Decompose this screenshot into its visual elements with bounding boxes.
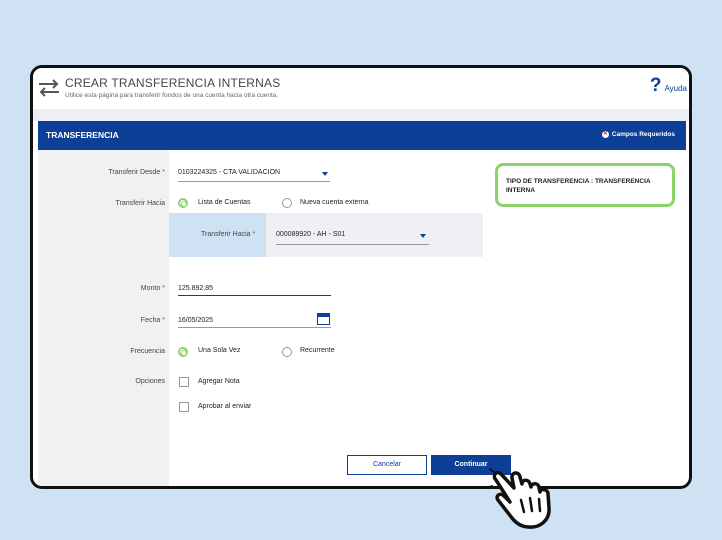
help-label[interactable]: Ayuda [664,84,687,93]
from-account-underline [178,181,330,182]
app-window: CREAR TRANSFERENCIA INTERNAS Utilice est… [30,65,692,489]
label-column: Transferir Desde * Transferir Hacia Monto… [38,150,169,486]
transfer-type-box: TIPO DE TRANSFERENCIA : TRANSFERENCIA IN… [495,163,675,207]
question-mark-icon[interactable]: ? [650,76,662,96]
chevron-down-icon[interactable] [420,234,426,238]
help-link[interactable]: ? Ayuda [650,76,687,96]
amount-underline [178,295,331,296]
from-account-select[interactable]: 0103224325 - CTA VALIDACION [178,169,280,176]
options-label: Opciones [135,378,165,385]
checkbox-add-note-label[interactable]: Agregar Nota [198,378,240,385]
radio-one-time[interactable] [178,347,188,357]
date-input[interactable]: 16/05/2025 [178,317,213,324]
radio-external-account-label[interactable]: Nueva cuenta externa [300,199,369,206]
radio-recurring[interactable] [282,347,292,357]
amount-input[interactable]: 125.892,85 [178,285,213,292]
required-icon: ✕ [601,131,609,138]
page-title: CREAR TRANSFERENCIA INTERNAS [65,76,281,90]
header-divider [33,109,689,121]
to-account-select[interactable]: 000089920 - AH - S01 [276,231,345,238]
to-account-label: Transferir Hacia * [201,231,256,238]
checkbox-add-note[interactable] [179,377,189,387]
to-account-panel: Transferir Hacia * 000089920 - AH - S01 [169,213,483,257]
frequency-label: Frecuencia [130,348,165,355]
page-header: CREAR TRANSFERENCIA INTERNAS Utilice est… [33,68,689,109]
required-fields-label: Campos Requeridos [611,131,675,138]
calendar-icon[interactable] [317,313,330,325]
date-underline [178,327,331,328]
cancel-button[interactable]: Cancelar [347,455,427,475]
checkbox-approve-on-send-label[interactable]: Aprobar al enviar [198,403,251,410]
required-fields-note: ✕ Campos Requeridos [601,131,675,138]
checkbox-approve-on-send[interactable] [179,402,189,412]
page-subtitle: Utilice esta página para transferir fond… [65,92,279,99]
amount-label: Monto * [140,285,165,292]
transfer-arrows-icon [39,79,59,97]
radio-recurring-label[interactable]: Recurrente [300,347,335,354]
to-label: Transferir Hacia [115,200,165,207]
radio-account-list-label[interactable]: Lista de Cuentas [198,199,251,206]
section-title: TRANSFERENCIA [46,130,119,140]
hand-pointer-icon [488,468,551,529]
chevron-down-icon[interactable] [322,172,328,176]
date-label: Fecha * [140,317,165,324]
to-account-label-cell: Transferir Hacia * [169,213,266,257]
to-account-underline [276,244,429,245]
radio-one-time-label[interactable]: Una Sola Vez [198,347,240,354]
from-label: Transferir Desde * [108,169,165,176]
radio-account-list[interactable] [178,198,188,208]
section-bar: TRANSFERENCIA ✕ Campos Requeridos [38,121,686,150]
transfer-type-text: TIPO DE TRANSFERENCIA : TRANSFERENCIA IN… [506,178,651,194]
radio-external-account[interactable] [282,198,292,208]
